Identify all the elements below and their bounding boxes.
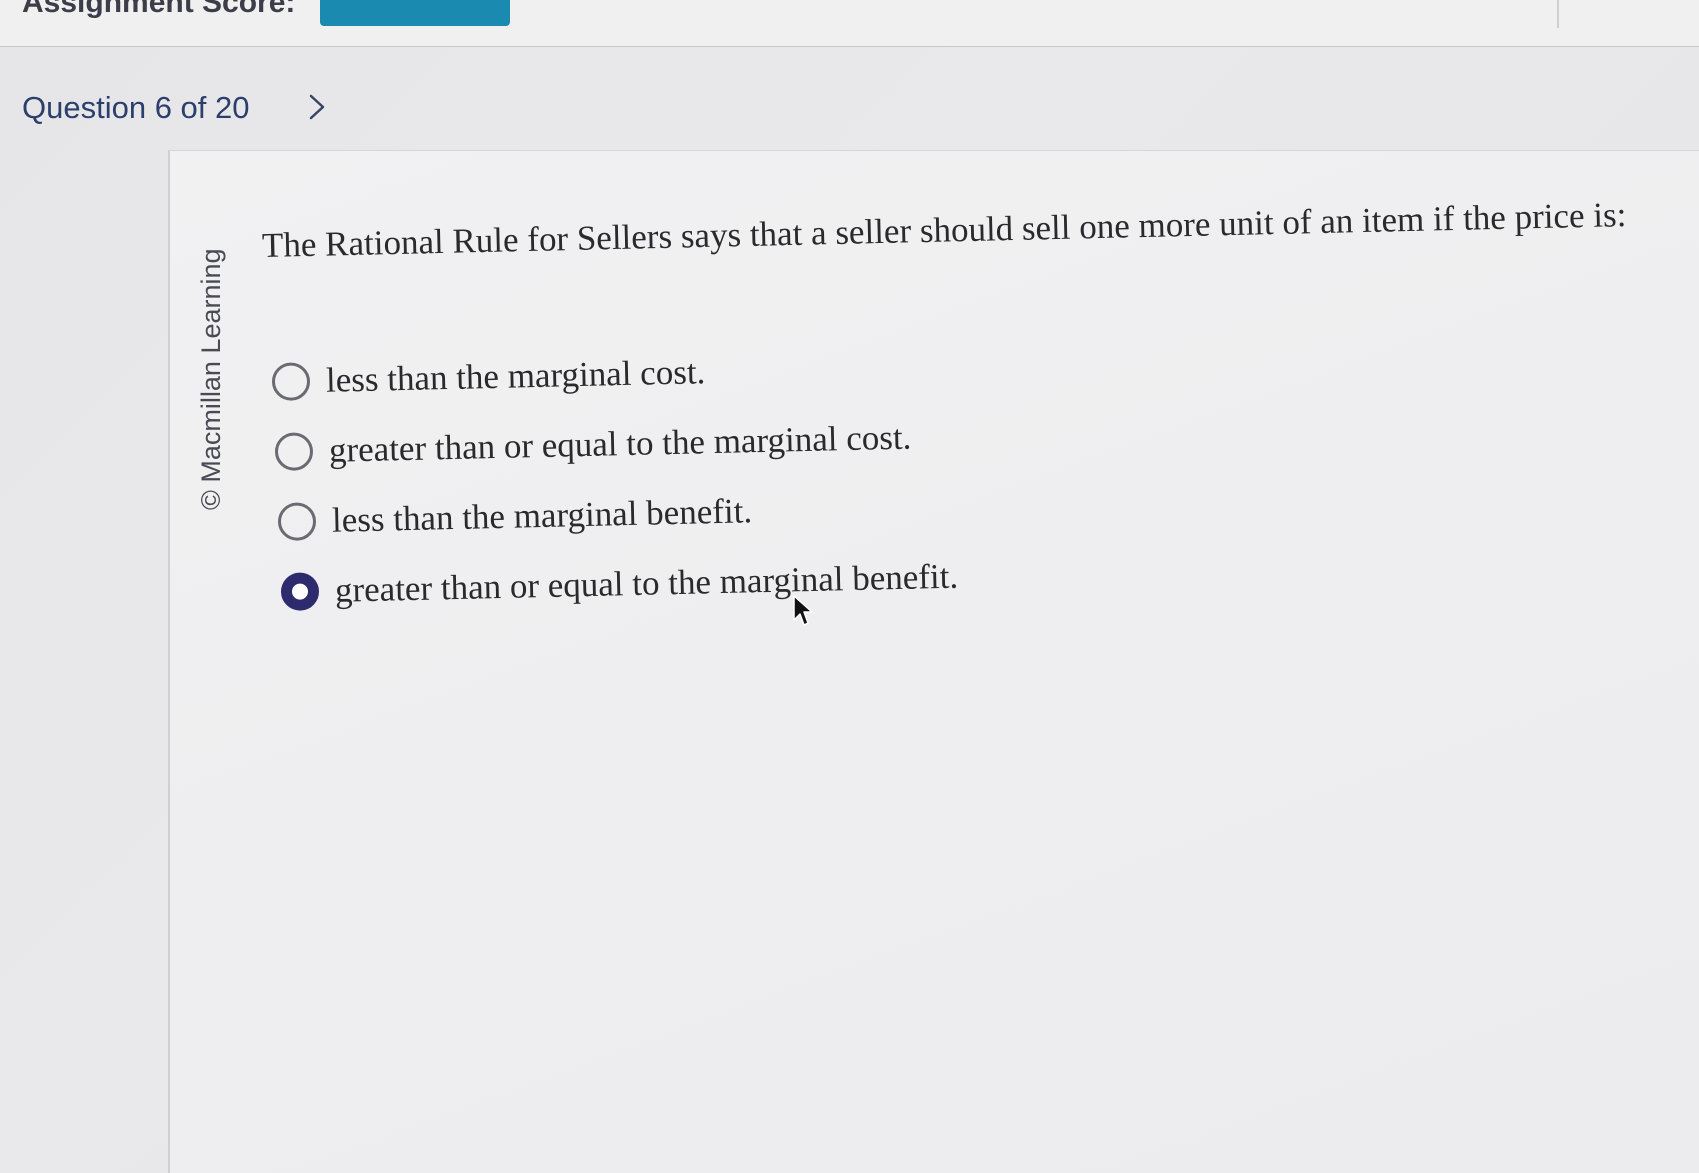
chevron-right-icon[interactable] bbox=[302, 92, 332, 122]
radio-button-selected[interactable] bbox=[280, 572, 320, 611]
radio-button[interactable] bbox=[274, 432, 314, 471]
question-header: Question 6 of 20 bbox=[0, 46, 1699, 150]
question-panel bbox=[168, 150, 1699, 1173]
radio-button[interactable] bbox=[277, 502, 317, 541]
top-divider bbox=[1557, 0, 1559, 28]
assignment-score-button[interactable] bbox=[320, 0, 510, 26]
page: Assignment Score: Question 6 of 20 © Mac… bbox=[0, 0, 1699, 1173]
assignment-score-label: Assignment Score: bbox=[22, 0, 296, 19]
mouse-pointer-icon bbox=[793, 595, 813, 626]
top-bar: Assignment Score: bbox=[0, 0, 1699, 47]
radio-button[interactable] bbox=[271, 362, 311, 401]
copyright-label: © Macmillan Learning bbox=[196, 248, 226, 510]
question-counter: Question 6 of 20 bbox=[22, 90, 250, 125]
